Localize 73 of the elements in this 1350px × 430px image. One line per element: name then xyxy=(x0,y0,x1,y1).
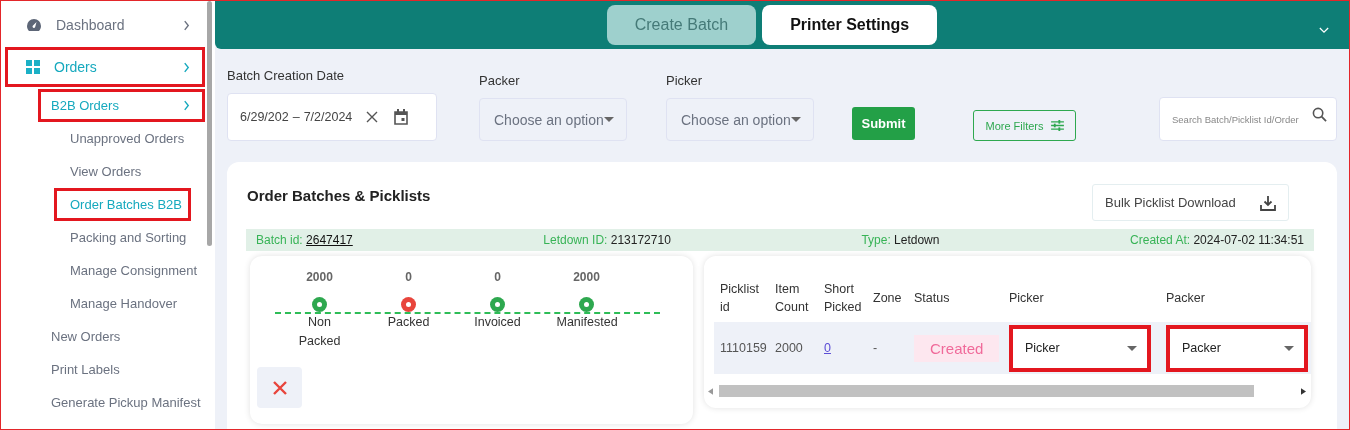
sidebar-item[interactable]: Manage Consignment xyxy=(54,254,205,287)
column-header: Item Count xyxy=(775,281,810,316)
tab[interactable]: Create Batch xyxy=(606,5,757,45)
sidebar-item[interactable]: Packing and Sorting xyxy=(54,221,205,254)
table-cell-text: 1110159 xyxy=(720,341,768,355)
stage-count: 2000 xyxy=(306,270,333,286)
scrollbar-thumb[interactable] xyxy=(719,385,1254,397)
stage-count: 2000 xyxy=(573,270,600,286)
date-range-field[interactable]: 6/29/202 – 7/2/2024 xyxy=(227,93,437,141)
stage-count: 0 xyxy=(405,270,412,286)
caret-down-icon xyxy=(1284,345,1294,351)
column-header: Status xyxy=(914,290,951,307)
stage-label: Packed xyxy=(386,314,431,331)
sidebar-item[interactable]: Orders xyxy=(5,47,205,87)
sidebar-item[interactable]: New Orders xyxy=(38,320,205,353)
sidebar-item[interactable]: B2B Orders xyxy=(38,89,205,122)
picker-dropdown[interactable]: Choose an option xyxy=(666,98,814,141)
tab[interactable]: Printer Settings xyxy=(762,5,938,45)
sidebar-item[interactable]: Print Labels xyxy=(38,353,205,386)
scrollbar-thumb[interactable] xyxy=(207,1,212,246)
batch-info: Letdown ID: 213172710 xyxy=(543,233,671,247)
caret-down-icon xyxy=(791,117,801,122)
grid-icon xyxy=(26,60,40,74)
batch-info: Type: Letdown xyxy=(861,233,940,247)
card-title: Order Batches & Picklists xyxy=(247,187,431,204)
column-header: Picker xyxy=(1009,290,1045,307)
stage-label: Invoiced xyxy=(473,314,522,331)
search-icon xyxy=(1312,107,1327,122)
submit-button[interactable]: Submit xyxy=(852,107,915,140)
delete-button[interactable] xyxy=(257,367,302,408)
sidebar-item[interactable]: View Orders xyxy=(54,155,205,188)
column-header: Zone xyxy=(873,290,903,307)
sidebar-item[interactable]: Unapproved Orders xyxy=(54,122,205,155)
scroll-right-icon[interactable] xyxy=(1301,387,1306,395)
search-field[interactable]: Search Batch/Picklist Id/Order xyxy=(1159,97,1337,141)
column-header: Short Picked xyxy=(824,281,863,316)
stage-count: 0 xyxy=(494,270,501,286)
packer-dropdown[interactable]: Packer xyxy=(1166,324,1308,372)
sidebar-item[interactable]: Generate Pickup Manifest xyxy=(38,386,205,419)
field-label: Packer xyxy=(479,73,521,88)
stage-label: Non Packed xyxy=(297,314,342,350)
batch-info: Created At: 2024-07-02 11:34:51 xyxy=(1130,233,1304,247)
sidebar-item[interactable]: Order Batches B2B xyxy=(54,188,191,221)
gauge-icon xyxy=(26,18,42,32)
sidebar-item[interactable]: Dashboard xyxy=(5,5,205,45)
chevron-right-icon xyxy=(183,100,190,111)
table-cell-text: 2000 xyxy=(775,341,804,355)
batch-id-link[interactable]: 2647417 xyxy=(306,233,353,247)
stage-label: Manifested xyxy=(556,314,617,331)
field-label: Picker xyxy=(666,73,704,88)
bulk-download-button[interactable]: Bulk Picklist Download xyxy=(1092,184,1289,221)
status-badge: Created xyxy=(914,334,1000,362)
column-header: Picklist id xyxy=(720,281,760,316)
scroll-left-icon[interactable] xyxy=(708,387,713,395)
chevron-right-icon xyxy=(183,61,190,73)
packer-dropdown[interactable]: Choose an option xyxy=(479,98,627,141)
table-cell-text: - xyxy=(873,341,879,355)
short-picked-link[interactable]: 0 xyxy=(824,341,831,355)
field-label: Batch Creation Date xyxy=(227,68,346,83)
sidebar-item[interactable]: Manage Handover xyxy=(54,287,205,320)
column-header: Packer xyxy=(1166,290,1206,307)
caret-down-icon xyxy=(604,117,614,122)
more-filters-button[interactable]: More Filters xyxy=(973,110,1076,141)
close-icon xyxy=(272,380,287,395)
download-icon xyxy=(1260,194,1276,211)
chevron-right-icon xyxy=(183,19,190,31)
clear-icon[interactable] xyxy=(366,111,379,123)
picker-dropdown[interactable]: Picker xyxy=(1009,324,1151,372)
caret-down-icon xyxy=(1127,345,1137,351)
batch-info: Batch id: 2647417 xyxy=(256,233,353,247)
calendar-icon[interactable] xyxy=(394,109,409,125)
chevron-down-icon[interactable] xyxy=(1319,27,1329,34)
sliders-icon xyxy=(1050,120,1064,131)
